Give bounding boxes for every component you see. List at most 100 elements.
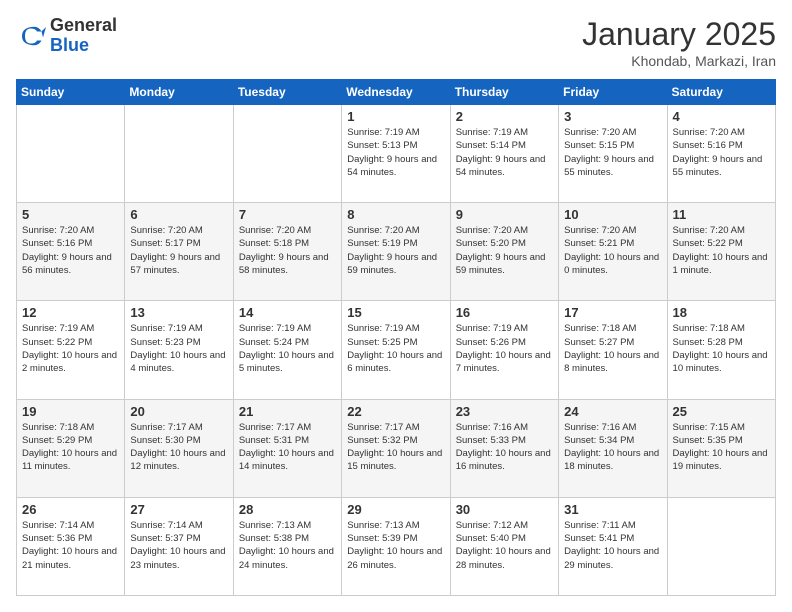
calendar-cell: 4Sunrise: 7:20 AM Sunset: 5:16 PM Daylig… <box>667 105 775 203</box>
day-info: Sunrise: 7:20 AM Sunset: 5:21 PM Dayligh… <box>564 224 661 277</box>
day-number: 15 <box>347 305 444 320</box>
day-number: 24 <box>564 404 661 419</box>
logo-icon <box>16 21 46 51</box>
col-monday: Monday <box>125 80 233 105</box>
calendar-cell: 12 Sunrise: 7:19 AM Sunset: 5:22 PM Dayli… <box>17 301 125 399</box>
day-number: 3 <box>564 109 661 124</box>
day-info: Sunrise: 7:18 AM Sunset: 5:28 PM Dayligh… <box>673 322 770 375</box>
calendar-cell: 3 Sunrise: 7:20 AM Sunset: 5:15 PM Daylig… <box>559 105 667 203</box>
day-number: 6 <box>130 207 227 222</box>
day-number: 21 <box>239 404 336 419</box>
day-number: 18 <box>673 305 770 320</box>
title-area: January 2025 Khondab, Markazi, Iran <box>582 16 776 69</box>
calendar-cell: 23 Sunrise: 7:16 AM Sunset: 5:33 PM Dayli… <box>450 399 558 497</box>
calendar-cell: 10 Sunrise: 7:20 AM Sunset: 5:21 PM Dayli… <box>559 203 667 301</box>
day-info: Sunrise: 7:19 AM Sunset: 5:14 PM Dayligh… <box>456 126 553 179</box>
day-info: Sunrise: 7:12 AM Sunset: 5:40 PM Dayligh… <box>456 519 553 572</box>
calendar-subtitle: Khondab, Markazi, Iran <box>582 53 776 69</box>
calendar-cell: 29 Sunrise: 7:13 AM Sunset: 5:39 PM Dayli… <box>342 497 450 595</box>
calendar-cell: 22 Sunrise: 7:17 AM Sunset: 5:32 PM Dayli… <box>342 399 450 497</box>
calendar-cell: 20 Sunrise: 7:17 AM Sunset: 5:30 PM Dayli… <box>125 399 233 497</box>
day-info: Sunrise: 7:17 AM Sunset: 5:31 PM Dayligh… <box>239 421 336 474</box>
day-number: 2 <box>456 109 553 124</box>
col-sunday: Sunday <box>17 80 125 105</box>
day-info: Sunrise: 7:19 AM Sunset: 5:13 PM Dayligh… <box>347 126 444 179</box>
day-number: 20 <box>130 404 227 419</box>
day-number: 27 <box>130 502 227 517</box>
day-number: 22 <box>347 404 444 419</box>
calendar-cell: 27 Sunrise: 7:14 AM Sunset: 5:37 PM Dayli… <box>125 497 233 595</box>
day-info: Sunrise: 7:20 AM Sunset: 5:16 PM Dayligh… <box>673 126 770 179</box>
day-info: Sunrise: 7:20 AM Sunset: 5:22 PM Dayligh… <box>673 224 770 277</box>
day-info: Sunrise: 7:19 AM Sunset: 5:25 PM Dayligh… <box>347 322 444 375</box>
day-number: 11 <box>673 207 770 222</box>
day-number: 10 <box>564 207 661 222</box>
day-number: 14 <box>239 305 336 320</box>
calendar-table: Sunday Monday Tuesday Wednesday Thursday… <box>16 79 776 596</box>
day-info: Sunrise: 7:13 AM Sunset: 5:39 PM Dayligh… <box>347 519 444 572</box>
calendar-week-2: 5 Sunrise: 7:20 AM Sunset: 5:16 PM Daylig… <box>17 203 776 301</box>
day-info: Sunrise: 7:19 AM Sunset: 5:24 PM Dayligh… <box>239 322 336 375</box>
calendar-cell: 30Sunrise: 7:12 AM Sunset: 5:40 PM Dayli… <box>450 497 558 595</box>
day-number: 8 <box>347 207 444 222</box>
day-number: 29 <box>347 502 444 517</box>
calendar-cell: 7 Sunrise: 7:20 AM Sunset: 5:18 PM Daylig… <box>233 203 341 301</box>
header: General Blue January 2025 Khondab, Marka… <box>16 16 776 69</box>
day-info: Sunrise: 7:16 AM Sunset: 5:33 PM Dayligh… <box>456 421 553 474</box>
day-info: Sunrise: 7:20 AM Sunset: 5:20 PM Dayligh… <box>456 224 553 277</box>
day-number: 12 <box>22 305 119 320</box>
calendar-cell: 6 Sunrise: 7:20 AM Sunset: 5:17 PM Daylig… <box>125 203 233 301</box>
calendar-week-1: 1Sunrise: 7:19 AM Sunset: 5:13 PM Daylig… <box>17 105 776 203</box>
calendar-cell: 8Sunrise: 7:20 AM Sunset: 5:19 PM Daylig… <box>342 203 450 301</box>
day-info: Sunrise: 7:17 AM Sunset: 5:32 PM Dayligh… <box>347 421 444 474</box>
day-info: Sunrise: 7:19 AM Sunset: 5:22 PM Dayligh… <box>22 322 119 375</box>
calendar-header-row: Sunday Monday Tuesday Wednesday Thursday… <box>17 80 776 105</box>
logo-general: General <box>50 16 117 36</box>
day-info: Sunrise: 7:11 AM Sunset: 5:41 PM Dayligh… <box>564 519 661 572</box>
day-number: 25 <box>673 404 770 419</box>
day-number: 5 <box>22 207 119 222</box>
calendar-cell <box>125 105 233 203</box>
calendar-cell: 11 Sunrise: 7:20 AM Sunset: 5:22 PM Dayli… <box>667 203 775 301</box>
day-info: Sunrise: 7:15 AM Sunset: 5:35 PM Dayligh… <box>673 421 770 474</box>
day-number: 26 <box>22 502 119 517</box>
day-info: Sunrise: 7:18 AM Sunset: 5:29 PM Dayligh… <box>22 421 119 474</box>
calendar-week-3: 12 Sunrise: 7:19 AM Sunset: 5:22 PM Dayli… <box>17 301 776 399</box>
day-info: Sunrise: 7:14 AM Sunset: 5:37 PM Dayligh… <box>130 519 227 572</box>
day-number: 23 <box>456 404 553 419</box>
col-wednesday: Wednesday <box>342 80 450 105</box>
day-number: 13 <box>130 305 227 320</box>
day-info: Sunrise: 7:18 AM Sunset: 5:27 PM Dayligh… <box>564 322 661 375</box>
day-number: 16 <box>456 305 553 320</box>
calendar-cell: 25 Sunrise: 7:15 AM Sunset: 5:35 PM Dayli… <box>667 399 775 497</box>
day-info: Sunrise: 7:20 AM Sunset: 5:18 PM Dayligh… <box>239 224 336 277</box>
day-number: 17 <box>564 305 661 320</box>
day-info: Sunrise: 7:20 AM Sunset: 5:17 PM Dayligh… <box>130 224 227 277</box>
day-info: Sunrise: 7:17 AM Sunset: 5:30 PM Dayligh… <box>130 421 227 474</box>
day-number: 19 <box>22 404 119 419</box>
calendar-cell: 17 Sunrise: 7:18 AM Sunset: 5:27 PM Dayli… <box>559 301 667 399</box>
calendar-cell: 21 Sunrise: 7:17 AM Sunset: 5:31 PM Dayli… <box>233 399 341 497</box>
day-info: Sunrise: 7:13 AM Sunset: 5:38 PM Dayligh… <box>239 519 336 572</box>
day-number: 31 <box>564 502 661 517</box>
day-info: Sunrise: 7:19 AM Sunset: 5:23 PM Dayligh… <box>130 322 227 375</box>
day-info: Sunrise: 7:16 AM Sunset: 5:34 PM Dayligh… <box>564 421 661 474</box>
calendar-cell: 14 Sunrise: 7:19 AM Sunset: 5:24 PM Dayli… <box>233 301 341 399</box>
day-info: Sunrise: 7:14 AM Sunset: 5:36 PM Dayligh… <box>22 519 119 572</box>
col-friday: Friday <box>559 80 667 105</box>
day-number: 7 <box>239 207 336 222</box>
calendar-week-4: 19 Sunrise: 7:18 AM Sunset: 5:29 PM Dayli… <box>17 399 776 497</box>
day-number: 9 <box>456 207 553 222</box>
calendar-cell <box>667 497 775 595</box>
calendar-cell: 26 Sunrise: 7:14 AM Sunset: 5:36 PM Dayli… <box>17 497 125 595</box>
calendar-cell: 31 Sunrise: 7:11 AM Sunset: 5:41 PM Dayli… <box>559 497 667 595</box>
calendar-cell: 9 Sunrise: 7:20 AM Sunset: 5:20 PM Daylig… <box>450 203 558 301</box>
calendar-cell: 5 Sunrise: 7:20 AM Sunset: 5:16 PM Daylig… <box>17 203 125 301</box>
day-info: Sunrise: 7:20 AM Sunset: 5:16 PM Dayligh… <box>22 224 119 277</box>
calendar-title: January 2025 <box>582 16 776 53</box>
calendar-cell <box>17 105 125 203</box>
calendar-week-5: 26 Sunrise: 7:14 AM Sunset: 5:36 PM Dayli… <box>17 497 776 595</box>
calendar-cell: 24 Sunrise: 7:16 AM Sunset: 5:34 PM Dayli… <box>559 399 667 497</box>
col-thursday: Thursday <box>450 80 558 105</box>
day-info: Sunrise: 7:20 AM Sunset: 5:15 PM Dayligh… <box>564 126 661 179</box>
